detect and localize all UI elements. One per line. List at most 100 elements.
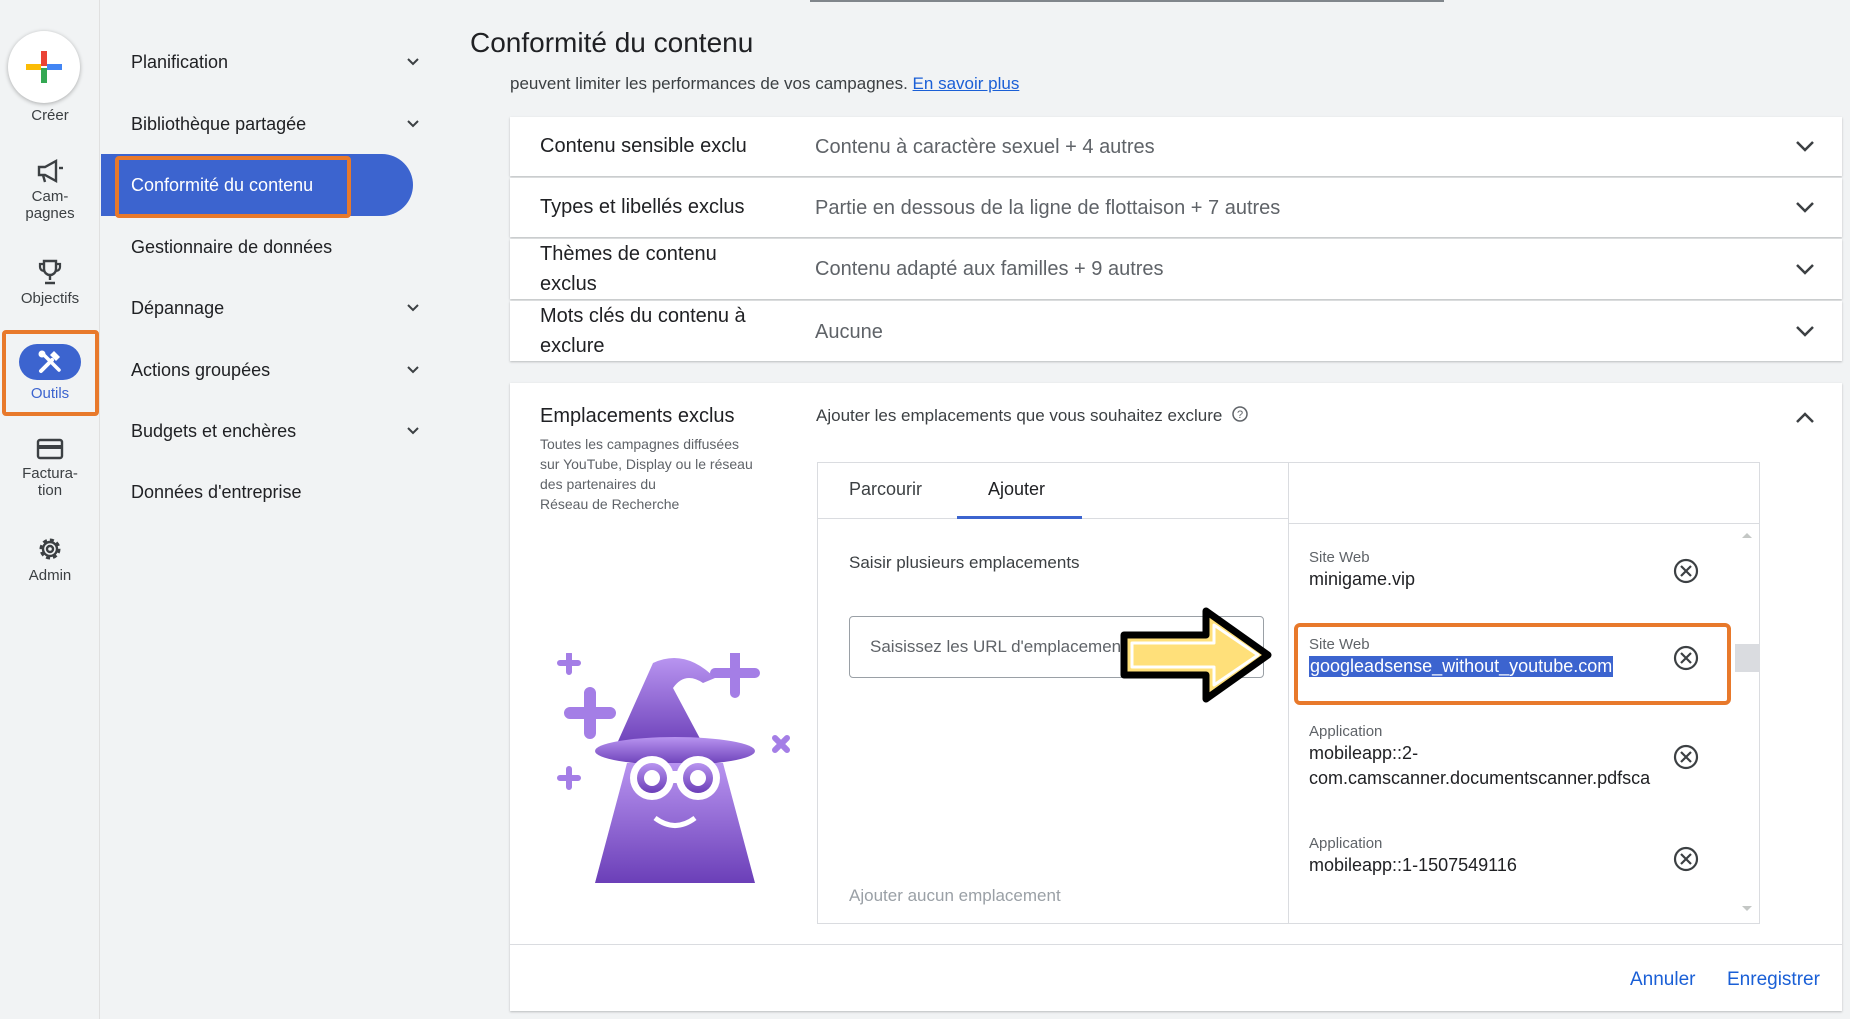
chevron-down-icon [407, 58, 419, 66]
nav-item-label: Gestionnaire de données [131, 237, 333, 257]
placements-hint: Ajouter les emplacements que vous souhai… [816, 405, 1249, 426]
placement-value: mobileapp::1-1507549116 [1309, 855, 1517, 875]
nav-item-label: Dépannage [131, 298, 225, 318]
campaigns-label-line1: Cam- [31, 188, 69, 205]
chevron-down-icon [1796, 202, 1814, 213]
footer-divider [510, 944, 1842, 945]
nav-item-budgets-bidding[interactable]: Budgets et enchères [131, 421, 421, 442]
description-line: sur YouTube, Display ou le réseau [540, 456, 753, 472]
top-scroll-indicator [810, 0, 1444, 2]
arrow-annotation-icon [1120, 607, 1272, 703]
placements-title: Emplacements exclus [540, 405, 735, 427]
credit-card-icon [36, 438, 64, 460]
nav-highlight [115, 156, 351, 218]
row-label-line1: Mots clés du contenu à [540, 305, 746, 327]
chevron-up-icon[interactable] [1794, 409, 1816, 427]
nav-item-troubleshooting[interactable]: Dépannage [131, 298, 421, 319]
placement-value-line2: com.camscanner.documentscanner.pdfsca [1309, 768, 1651, 788]
nav-item-data-manager[interactable]: Gestionnaire de données [131, 237, 421, 258]
scroll-down-icon[interactable] [1741, 905, 1753, 913]
row-label: Contenu sensible exclu [540, 135, 747, 157]
create-button[interactable] [8, 31, 80, 103]
cancel-button[interactable]: Annuler [1630, 969, 1696, 991]
billing-label-line2: tion [37, 482, 63, 499]
placement-type: Site Web [1309, 549, 1370, 566]
row-excluded-keywords[interactable]: Mots clés du contenu à exclure Aucune [510, 301, 1842, 361]
scroll-up-icon[interactable] [1741, 531, 1753, 539]
nav-item-label: Actions groupées [131, 360, 271, 380]
chevron-down-icon [407, 366, 419, 374]
svg-text:?: ? [1237, 409, 1243, 421]
rail-item-billing[interactable]: Factura- tion [0, 437, 100, 499]
placement-value-line1: mobileapp::2- [1309, 743, 1419, 763]
chevron-down-icon [407, 120, 419, 128]
remove-icon[interactable] [1672, 743, 1700, 771]
chevron-down-icon [407, 427, 419, 435]
save-button[interactable]: Enregistrer [1727, 969, 1820, 991]
list-item: Application mobileapp::1-1507549116 [1289, 835, 1739, 895]
placement-type: Application [1309, 723, 1383, 740]
tab-browse[interactable]: Parcourir [849, 479, 922, 500]
admin-label: Admin [28, 567, 72, 584]
remove-icon[interactable] [1672, 845, 1700, 873]
rail-item-goals[interactable]: Objectifs [0, 258, 100, 307]
row-value: Contenu à caractère sexuel + 4 autres [815, 136, 1155, 158]
tools-nav: Planification Bibliothèque partagée Conf… [101, 0, 431, 1019]
description-line: Réseau de Recherche [540, 496, 680, 512]
plus-icon [26, 51, 62, 83]
row-sensitive-content[interactable]: Contenu sensible exclu Contenu à caractè… [510, 117, 1842, 176]
row-excluded-themes[interactable]: Thèmes de contenu exclus Contenu adapté … [510, 239, 1842, 299]
placements-description: Toutes les campagnes diffusées sur YouTu… [540, 434, 790, 514]
row-excluded-types-labels[interactable]: Types et libellés exclus Partie en desso… [510, 178, 1842, 237]
list-divider [1289, 523, 1759, 524]
nav-item-shared-library[interactable]: Bibliothèque partagée [131, 114, 421, 135]
megaphone-icon [37, 158, 63, 184]
enter-placements-label: Saisir plusieurs emplacements [849, 553, 1080, 572]
create-label: Créer [31, 107, 69, 124]
learn-more-link[interactable]: En savoir plus [913, 74, 1020, 93]
nav-item-label: Budgets et enchères [131, 421, 297, 441]
row-value: Partie en dessous de la ligne de flottai… [815, 197, 1281, 219]
chevron-down-icon [1796, 141, 1814, 152]
row-value: Aucune [815, 321, 883, 343]
nav-item-label: Données d'entreprise [131, 482, 302, 502]
campaigns-label-line2: pagnes [25, 205, 75, 222]
billing-label-line1: Factura- [22, 465, 78, 482]
rail-item-admin[interactable]: Admin [0, 535, 100, 584]
hint-text: Ajouter les emplacements que vous souhai… [816, 406, 1223, 425]
nav-item-bulk-actions[interactable]: Actions groupées [131, 360, 421, 381]
nav-item-label: Bibliothèque partagée [131, 114, 307, 134]
help-icon[interactable]: ? [1231, 405, 1249, 423]
list-item: Application mobileapp::2- com.camscanner… [1289, 723, 1739, 793]
placement-value: minigame.vip [1309, 569, 1416, 589]
page-subtitle: peuvent limiter les performances de vos … [510, 74, 1019, 94]
page-title: Conformité du contenu [470, 27, 754, 58]
chevron-down-icon [1796, 326, 1814, 337]
row-label-line2: exclus [540, 273, 597, 295]
wizard-binoculars-illustration [557, 653, 790, 883]
placement-type: Application [1309, 835, 1383, 852]
nav-item-planning[interactable]: Planification [131, 52, 421, 73]
tools-highlight [2, 330, 99, 416]
gear-icon [39, 538, 61, 560]
active-tab-indicator [957, 516, 1082, 519]
scrollbar-thumb[interactable] [1735, 644, 1759, 672]
trophy-icon [38, 259, 62, 285]
rail-item-campaigns[interactable]: Cam- pagnes [0, 158, 100, 222]
list-scrollbar[interactable] [1735, 523, 1759, 923]
goals-label: Objectifs [20, 290, 80, 307]
row-value: Contenu adapté aux familles + 9 autres [815, 258, 1164, 280]
tab-add[interactable]: Ajouter [988, 479, 1045, 500]
list-item: Site Web minigame.vip [1289, 549, 1739, 609]
row-label-line1: Thèmes de contenu [540, 243, 717, 265]
chevron-down-icon [407, 304, 419, 312]
nav-item-business-data[interactable]: Données d'entreprise [131, 482, 421, 503]
input-placeholder: Saisissez les URL d'emplacements [870, 637, 1135, 656]
description-line: des partenaires du [540, 476, 656, 492]
selected-placement-highlight [1294, 623, 1731, 705]
remove-icon[interactable] [1672, 557, 1700, 585]
row-label-line2: exclure [540, 335, 605, 357]
left-rail: Créer Cam- pagnes Objectifs Outils Factu… [0, 0, 100, 1019]
empty-placements-label: Ajouter aucun emplacement [849, 886, 1061, 905]
row-label: Types et libellés exclus [540, 196, 745, 218]
